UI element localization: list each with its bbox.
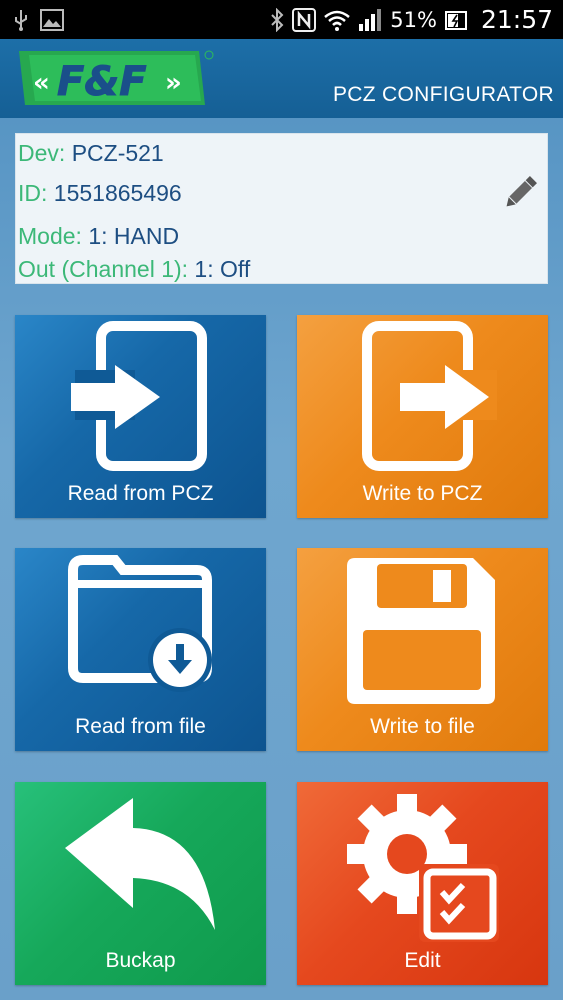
wifi-icon (324, 9, 351, 31)
svg-text:«: « (33, 68, 50, 98)
signal-icon (358, 8, 382, 32)
read-from-file-label: Read from file (75, 715, 206, 738)
device-info-panel: Dev: PCZ-521 ID: 1551865496 Mode: 1: HAN… (15, 133, 548, 284)
image-icon (40, 8, 64, 31)
read-from-pcz-label: Read from PCZ (67, 482, 214, 505)
buckap-label: Buckap (105, 949, 176, 972)
id-value: 1551865496 (53, 180, 182, 206)
device-label: Dev: (18, 140, 66, 166)
write-to-pcz-button[interactable]: Write to PCZ (297, 315, 548, 518)
svg-text:F&F: F&F (57, 59, 147, 105)
read-from-pcz-button[interactable]: Read from PCZ (15, 315, 266, 518)
battery-percentage: 51% (390, 7, 437, 32)
id-row: ID: 1551865496 (18, 180, 182, 207)
output-label: Out (Channel 1): (18, 256, 189, 282)
gear-checklist-icon (347, 794, 499, 942)
battery-icon (444, 9, 467, 31)
floppy-disk-icon (347, 558, 495, 704)
output-row: Out (Channel 1): 1: Off (18, 256, 250, 283)
device-value: PCZ-521 (71, 140, 164, 166)
mode-value: 1: HAND (88, 223, 180, 249)
read-from-device-icon (71, 321, 207, 471)
ff-logo: « F&F » (15, 45, 214, 109)
write-to-file-label: Write to file (370, 715, 475, 738)
back-arrow-icon (65, 798, 215, 930)
write-to-device-icon (362, 321, 497, 471)
svg-text:»: » (165, 68, 182, 98)
nfc-icon (292, 7, 317, 32)
write-to-pcz-label: Write to PCZ (362, 482, 483, 505)
output-value: 1: Off (194, 256, 251, 282)
read-from-file-button[interactable]: Read from file (15, 548, 266, 751)
write-to-file-button[interactable]: Write to file (297, 548, 548, 751)
folder-download-icon (68, 555, 212, 692)
status-bar: 51% 21:57 (0, 0, 563, 39)
app-title: PCZ CONFIGURATOR (332, 83, 554, 106)
buckap-button[interactable]: Buckap (15, 782, 266, 985)
clock: 21:57 (480, 5, 553, 34)
app-header: « F&F » PCZ CONFIGURATOR (0, 39, 563, 118)
mode-row: Mode: 1: HAND (18, 223, 179, 250)
pencil-icon[interactable] (499, 172, 541, 214)
usb-icon (14, 8, 28, 32)
id-label: ID: (18, 180, 48, 206)
mode-label: Mode: (18, 223, 82, 249)
device-row: Dev: PCZ-521 (18, 140, 164, 167)
edit-label: Edit (404, 949, 441, 972)
bluetooth-icon (270, 7, 284, 32)
edit-button[interactable]: Edit (297, 782, 548, 985)
